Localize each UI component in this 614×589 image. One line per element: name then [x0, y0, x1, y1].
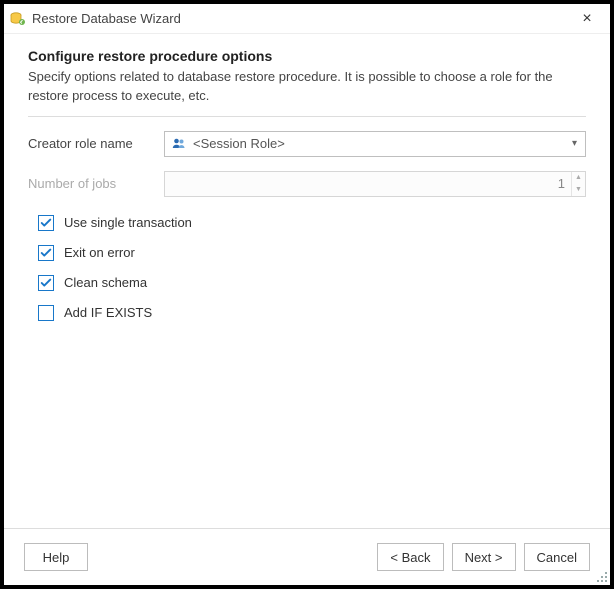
clean-schema-label: Clean schema: [64, 275, 147, 290]
titlebar: Restore Database Wizard ×: [4, 4, 610, 34]
jobs-value: 1: [165, 172, 571, 196]
window-title: Restore Database Wizard: [32, 11, 572, 26]
page-header: Configure restore procedure options Spec…: [28, 48, 586, 116]
single-transaction-row: Use single transaction: [28, 215, 586, 231]
exit-on-error-label: Exit on error: [64, 245, 135, 260]
chevron-down-icon: ▾: [568, 138, 581, 149]
add-if-exists-label: Add IF EXISTS: [64, 305, 152, 320]
next-button[interactable]: Next >: [452, 543, 516, 571]
resize-grip-icon[interactable]: [596, 571, 608, 583]
page-title: Configure restore procedure options: [28, 48, 586, 64]
close-icon: ×: [582, 10, 591, 28]
jobs-label: Number of jobs: [28, 176, 164, 191]
creator-role-combo[interactable]: <Session Role> ▾: [164, 131, 586, 157]
clean-schema-checkbox[interactable]: [38, 275, 54, 291]
jobs-spinner[interactable]: 1 ▲ ▼: [164, 171, 586, 197]
jobs-stepper: ▲ ▼: [571, 172, 585, 196]
creator-role-row: Creator role name <Session Role> ▾: [28, 131, 586, 157]
add-if-exists-row: Add IF EXISTS: [28, 305, 586, 321]
jobs-step-down[interactable]: ▼: [572, 184, 585, 196]
window-close-button[interactable]: ×: [572, 7, 602, 31]
content-area: Configure restore procedure options Spec…: [4, 34, 610, 528]
single-transaction-checkbox[interactable]: [38, 215, 54, 231]
wizard-window: Restore Database Wizard × Configure rest…: [0, 0, 614, 589]
page-subtitle: Specify options related to database rest…: [28, 68, 586, 106]
options-group: Use single transaction Exit on error Cle…: [28, 215, 586, 335]
jobs-row: Number of jobs 1 ▲ ▼: [28, 171, 586, 197]
header-divider: [28, 116, 586, 117]
cancel-button[interactable]: Cancel: [524, 543, 590, 571]
app-icon: [10, 11, 26, 27]
exit-on-error-row: Exit on error: [28, 245, 586, 261]
help-button[interactable]: Help: [24, 543, 88, 571]
clean-schema-row: Clean schema: [28, 275, 586, 291]
back-button[interactable]: < Back: [377, 543, 443, 571]
footer: Help < Back Next > Cancel: [4, 528, 610, 585]
creator-role-value: <Session Role>: [193, 136, 568, 151]
jobs-step-up[interactable]: ▲: [572, 172, 585, 184]
exit-on-error-checkbox[interactable]: [38, 245, 54, 261]
add-if-exists-checkbox[interactable]: [38, 305, 54, 321]
single-transaction-label: Use single transaction: [64, 215, 192, 230]
creator-role-label: Creator role name: [28, 136, 164, 151]
users-icon: [171, 136, 187, 152]
